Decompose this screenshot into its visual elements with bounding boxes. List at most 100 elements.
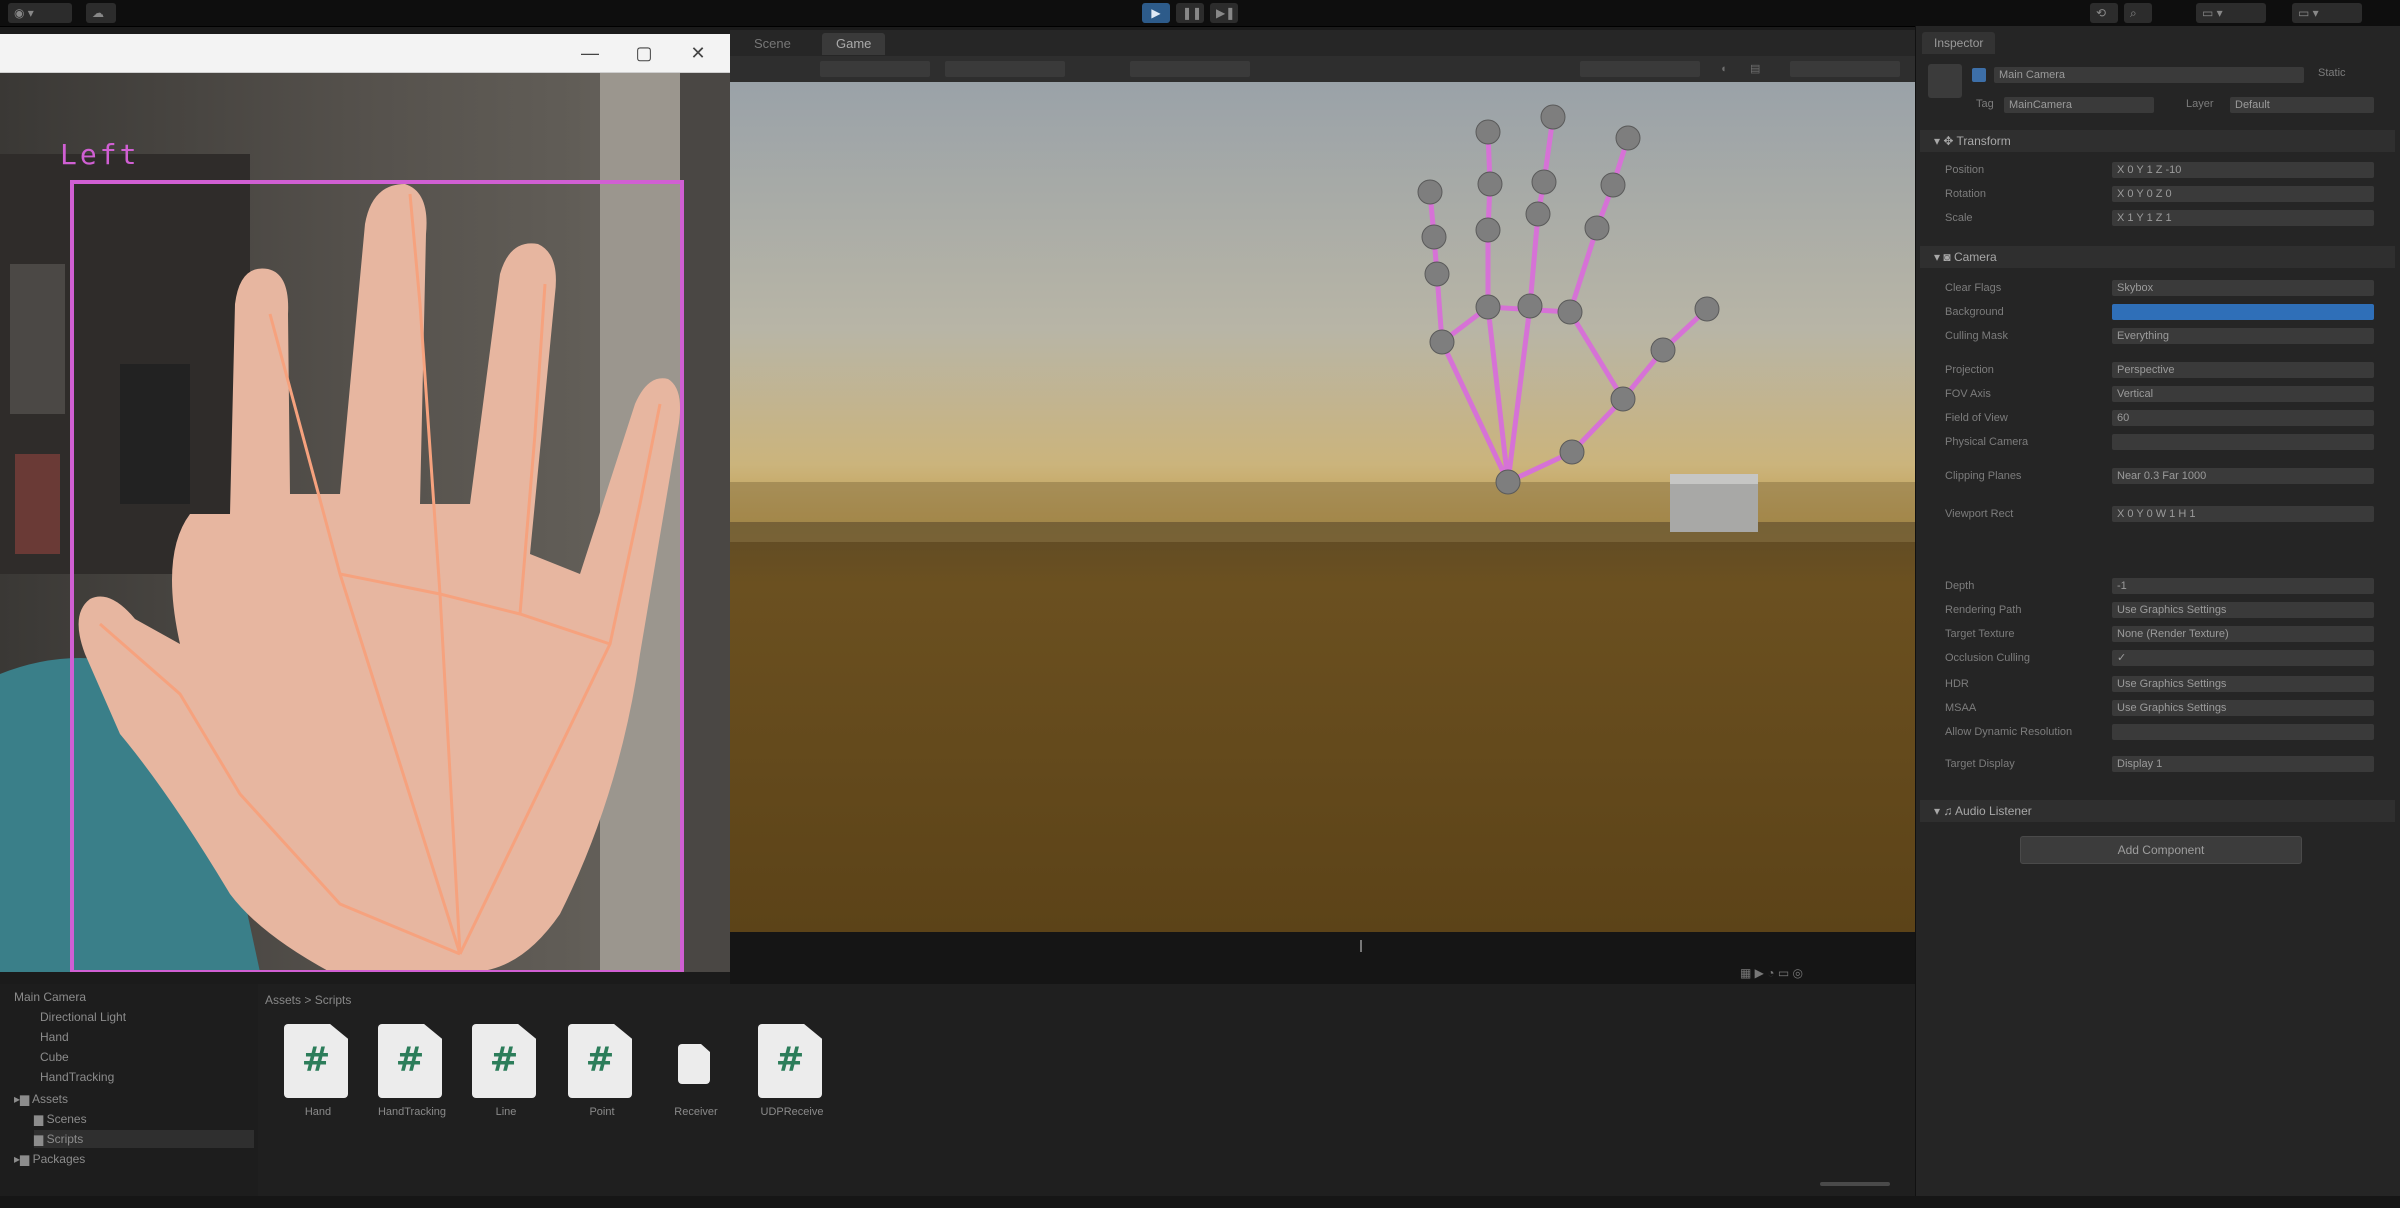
camera-prop-field[interactable]: Everything — [2112, 328, 2374, 344]
tree-item-directional-light[interactable]: Directional Light — [40, 1008, 126, 1026]
tab-inspector[interactable]: Inspector — [1922, 32, 1996, 54]
camera-prop-label: MSAA — [1945, 702, 1977, 714]
camera-prop-label: Field of View — [1945, 412, 2008, 424]
camera-window[interactable]: Left — ▢ ✕ — [0, 34, 730, 972]
shelf-item-1 — [10, 264, 65, 414]
asset-script[interactable]: # Line — [466, 1024, 546, 1134]
cloud-icon[interactable]: ☁ — [86, 3, 116, 23]
camera-prop-field[interactable]: Near 0.3 Far 1000 — [2112, 468, 2374, 484]
scale-label: Scale — [1945, 212, 1973, 224]
joint-pinky-3 — [1600, 172, 1626, 198]
tree-item-assets-label: Assets — [31, 1092, 68, 1106]
joint-index-2 — [1424, 261, 1450, 287]
close-button[interactable]: ✕ — [684, 42, 712, 64]
tree-item-assets[interactable]: ▸▆ Assets — [14, 1090, 68, 1108]
search-icon[interactable]: ⌕ — [2124, 3, 2152, 23]
layer-dropdown[interactable]: Default — [2230, 97, 2374, 113]
mute-icon[interactable]: ◖ — [1720, 61, 1740, 77]
minimize-button[interactable]: — — [576, 42, 604, 64]
status-bar — [0, 1196, 2400, 1208]
add-component-button[interactable]: Add Component — [2020, 836, 2302, 864]
asset-script[interactable]: # Hand — [278, 1024, 358, 1134]
layer-label: Layer — [2186, 98, 2214, 110]
document-icon — [678, 1044, 710, 1084]
joint-ring-1 — [1517, 293, 1543, 319]
scale-field[interactable]: X 1 Y 1 Z 1 — [2112, 210, 2374, 226]
joint-thumb-3 — [1650, 337, 1676, 363]
tree-item-scripts[interactable]: ▆ Scripts — [34, 1130, 254, 1148]
camera-header[interactable]: ▾ ◙ Camera — [1920, 246, 2395, 268]
camera-prop-field[interactable]: Perspective — [2112, 362, 2374, 378]
camera-prop-field[interactable]: Display 1 — [2112, 756, 2374, 772]
tree-item-packages[interactable]: ▸▆ Packages — [14, 1150, 85, 1168]
tab-scene[interactable]: Scene — [740, 33, 805, 55]
asset-script[interactable]: # HandTracking — [372, 1024, 452, 1134]
maximize-button[interactable]: ▢ — [630, 42, 658, 64]
bottom-tools[interactable]: ▦ ▶ ◔ ▭ ◎ — [1740, 966, 1803, 980]
tag-dropdown[interactable]: MainCamera — [2004, 97, 2154, 113]
joint-index-1 — [1429, 329, 1455, 355]
display-dropdown[interactable] — [820, 61, 930, 77]
tree-item-cube[interactable]: Cube — [40, 1048, 69, 1066]
rotation-field[interactable]: X 0 Y 0 Z 0 — [2112, 186, 2374, 202]
camera-prop-field[interactable]: Skybox — [2112, 280, 2374, 296]
static-toggle[interactable]: Static — [2318, 67, 2346, 79]
stats-icon[interactable]: ▤ — [1750, 61, 1770, 77]
tree-item-hand[interactable]: Hand — [40, 1028, 69, 1046]
camera-prop-field[interactable]: X 0 Y 0 W 1 H 1 — [2112, 506, 2374, 522]
camera-prop-field[interactable] — [2112, 434, 2374, 450]
transform-header[interactable]: ▾ ✥ Transform — [1920, 130, 2395, 152]
asset-label: Receiver — [674, 1106, 718, 1118]
tree-item-packages-label: Packages — [32, 1152, 86, 1166]
aspect-dropdown[interactable] — [945, 61, 1065, 77]
game-viewport[interactable] — [730, 82, 1915, 932]
camera-prop-label: Occlusion Culling — [1945, 652, 2030, 664]
audio-listener-header[interactable]: ▾ ♫ Audio Listener — [1920, 800, 2395, 822]
resize-handle[interactable] — [1360, 940, 1362, 952]
scene-tabs: Scene Game — [730, 30, 1915, 56]
camera-prop-field[interactable]: Vertical — [2112, 386, 2374, 402]
tree-item-main-camera[interactable]: Main Camera — [14, 988, 86, 1006]
active-checkbox[interactable] — [1972, 68, 1986, 82]
play-button[interactable]: ▶ — [1142, 3, 1170, 23]
asset-label: Hand — [304, 1106, 332, 1118]
sky — [730, 82, 1915, 532]
camera-prop-field[interactable] — [2112, 724, 2374, 740]
icon-size-slider[interactable] — [1820, 1182, 1890, 1186]
joint-pinky-1 — [1557, 299, 1583, 325]
step-button[interactable]: ▶❚ — [1210, 3, 1238, 23]
breadcrumb[interactable]: Assets > Scripts — [265, 990, 351, 1010]
gizmos-dropdown[interactable] — [1790, 61, 1900, 77]
camera-prop-label: Target Display — [1945, 758, 2015, 770]
shelf-item-2 — [120, 364, 190, 504]
asset-script[interactable]: # UDPReceive — [752, 1024, 832, 1134]
camera-prop-field[interactable] — [2112, 304, 2374, 320]
asset-file[interactable]: Receiver — [656, 1024, 736, 1134]
layers-dropdown[interactable]: ▭ ▾ — [2196, 3, 2266, 23]
joint-pinky-2 — [1584, 215, 1610, 241]
joint-thumb-1 — [1559, 439, 1585, 465]
object-name-field[interactable]: Main Camera — [1994, 67, 2304, 83]
account-button[interactable]: ◉ ▾ — [8, 3, 72, 23]
scale-slider[interactable] — [1130, 61, 1250, 77]
camera-prop-field[interactable]: 60 — [2112, 410, 2374, 426]
layout-dropdown[interactable]: ▭ ▾ — [2292, 3, 2362, 23]
camera-prop-field[interactable]: Use Graphics Settings — [2112, 676, 2374, 692]
play-mode-dropdown[interactable] — [1580, 61, 1700, 77]
tree-item-scenes[interactable]: ▆ Scenes — [34, 1110, 87, 1128]
tab-game[interactable]: Game — [822, 33, 886, 55]
camera-prop-field[interactable]: Use Graphics Settings — [2112, 700, 2374, 716]
camera-prop-field[interactable]: Use Graphics Settings — [2112, 602, 2374, 618]
joint-index-tip — [1417, 179, 1443, 205]
camera-prop-field[interactable]: -1 — [2112, 578, 2374, 594]
camera-window-titlebar[interactable]: — ▢ ✕ — [0, 34, 730, 73]
camera-prop-field[interactable]: ✓ — [2112, 650, 2374, 666]
pause-button[interactable]: ❚❚ — [1176, 3, 1204, 23]
history-icon[interactable]: ⟲ — [2090, 3, 2118, 23]
joint-index-3 — [1421, 224, 1447, 250]
camera-prop-field[interactable]: None (Render Texture) — [2112, 626, 2374, 642]
asset-script[interactable]: # Point — [562, 1024, 642, 1134]
position-field[interactable]: X 0 Y 1 Z -10 — [2112, 162, 2374, 178]
tree-item-handtracking[interactable]: HandTracking — [40, 1068, 114, 1086]
gameobject-icon — [1928, 64, 1962, 98]
